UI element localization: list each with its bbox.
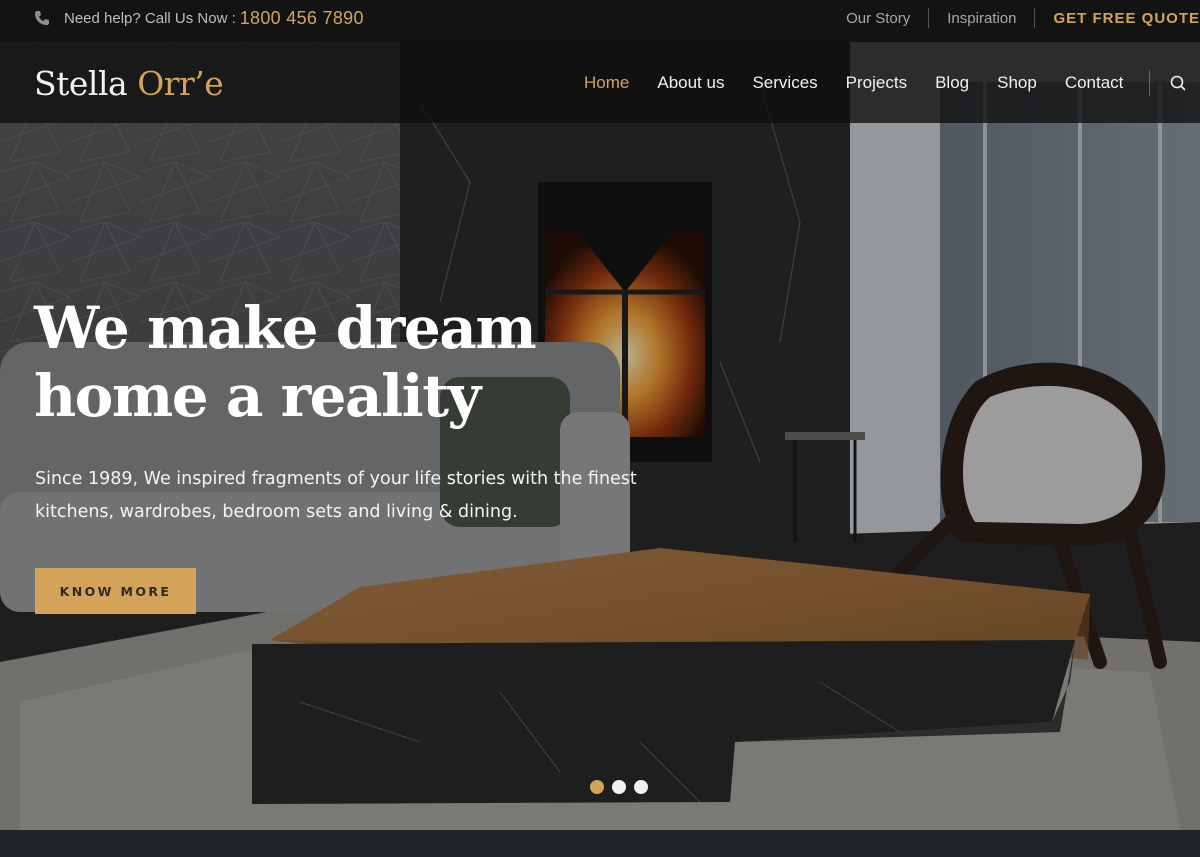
slider-dots [590,780,656,794]
logo-main: Stella [34,64,128,103]
nav-menu: Home About us Services Projects Blog Sho… [584,42,1186,123]
footer-strip [0,830,1200,857]
help-text: Need help? Call Us Now : [64,9,236,27]
inspiration-link[interactable]: Inspiration [929,10,1034,27]
phone-number[interactable]: 1800 456 7890 [240,8,364,29]
nav-blog[interactable]: Blog [935,73,969,93]
phone-icon [35,11,49,25]
hero-subtext: Since 1989, We inspired fragments of you… [35,469,637,522]
slide-dot-2[interactable] [612,780,626,794]
nav-services[interactable]: Services [752,73,817,93]
logo-accent: Orr’e [137,64,224,103]
nav-home[interactable]: Home [584,73,629,93]
top-bar: Need help? Call Us Now : 1800 456 7890 O… [0,0,1200,42]
nav-about-us[interactable]: About us [657,73,724,93]
main-navigation: Stella Orr’e Home About us Services Proj… [0,42,1200,123]
know-more-button[interactable]: KNOW MORE [35,568,196,614]
nav-shop[interactable]: Shop [997,73,1037,93]
nav-projects[interactable]: Projects [846,73,907,93]
slide-dot-1[interactable] [590,780,604,794]
top-links: Our Story Inspiration GET FREE QUOTE [828,0,1200,36]
slide-dot-3[interactable] [634,780,648,794]
get-free-quote-link[interactable]: GET FREE QUOTE [1035,10,1200,27]
hero-slider: We make dream home a reality Since 1989,… [0,42,1200,830]
nav-contact[interactable]: Contact [1065,73,1124,93]
site-logo[interactable]: Stella Orr’e [34,64,224,103]
search-icon[interactable] [1170,75,1186,91]
headline-line-2: home a reality [34,362,481,430]
our-story-link[interactable]: Our Story [828,10,928,27]
hero-headline: We make dream home a reality [34,294,634,430]
headline-line-1: We make dream [34,294,537,362]
help-contact: Need help? Call Us Now : 1800 456 7890 [34,0,364,36]
divider [1149,69,1151,96]
hero-background-image [0,42,1200,830]
